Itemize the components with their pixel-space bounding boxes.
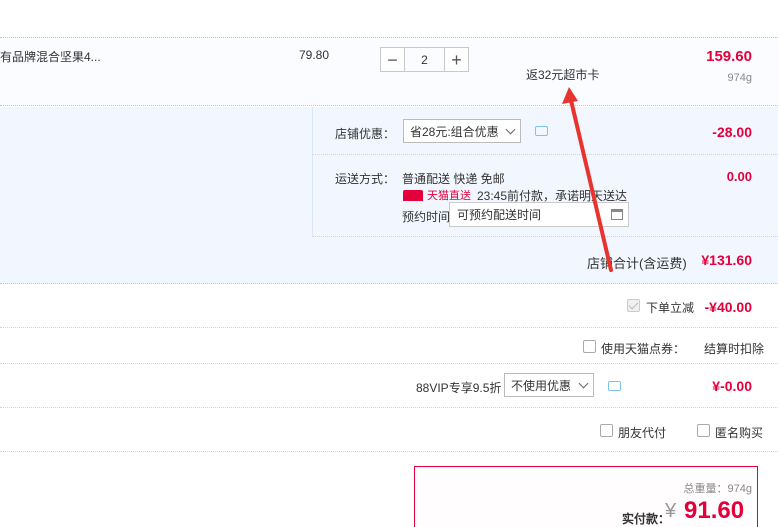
arrow-shaft <box>568 94 613 272</box>
annotation-arrow <box>562 87 613 272</box>
arrow-head <box>562 87 578 104</box>
